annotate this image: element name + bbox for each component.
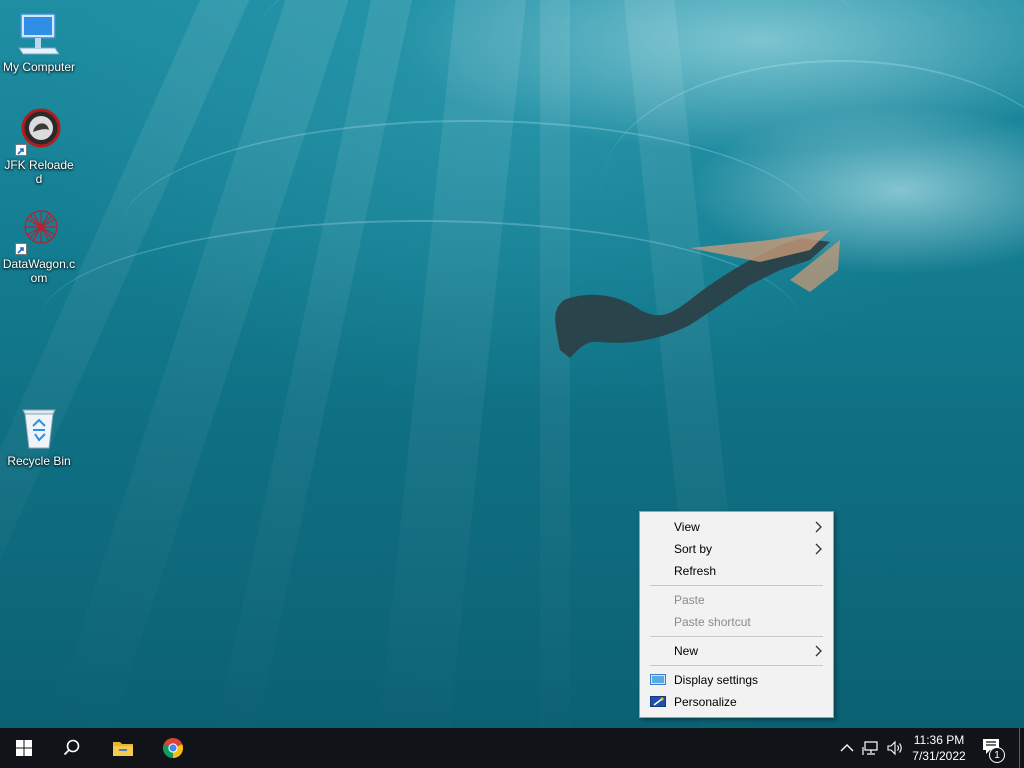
desktop-icon-label: Recycle Bin xyxy=(7,454,71,468)
menu-separator xyxy=(650,636,823,637)
chevron-right-icon xyxy=(815,645,822,657)
menu-item-label: New xyxy=(674,644,699,658)
menu-item-view[interactable]: View xyxy=(640,516,833,538)
clock-time: 11:36 PM xyxy=(913,733,965,747)
chrome-button[interactable] xyxy=(148,728,196,768)
search-button[interactable] xyxy=(48,728,96,768)
file-explorer-button[interactable] xyxy=(98,728,146,768)
menu-item-label: Display settings xyxy=(674,673,759,687)
display-settings-icon xyxy=(650,674,666,685)
search-icon xyxy=(63,739,80,756)
desktop-icon-jfk-reloaded[interactable]: JFK Reloaded xyxy=(0,108,78,186)
menu-item-display-settings[interactable]: Display settings xyxy=(640,669,833,691)
datawagon-icon xyxy=(15,207,63,255)
jfk-reloaded-icon xyxy=(15,108,63,156)
desktop-icon-label: JFK Reloaded xyxy=(4,158,74,186)
desktop-icon-label: My Computer xyxy=(2,60,76,74)
menu-item-label: Sort by xyxy=(674,542,713,556)
chrome-icon xyxy=(162,738,184,758)
chevron-right-icon xyxy=(815,521,822,533)
menu-separator xyxy=(650,665,823,666)
notification-count-badge: 1 xyxy=(989,747,1005,763)
file-explorer-icon xyxy=(113,742,133,756)
menu-item-paste-shortcut[interactable]: Paste shortcut xyxy=(640,611,833,633)
menu-item-sort-by[interactable]: Sort by xyxy=(640,538,833,560)
taskbar: 11:36 PM 7/31/2022 1 xyxy=(0,728,1024,768)
chevron-right-icon xyxy=(815,543,822,555)
recycle-bin-icon xyxy=(15,404,63,452)
menu-item-refresh[interactable]: Refresh xyxy=(640,560,833,582)
personalize-icon xyxy=(650,696,666,707)
network-icon[interactable] xyxy=(862,740,880,756)
taskbar-clock[interactable]: 11:36 PM 7/31/2022 xyxy=(904,732,974,764)
desktop-icon-datawagon[interactable]: DataWagon.com xyxy=(0,207,78,285)
volume-icon[interactable] xyxy=(886,740,904,756)
desktop-context-menu: View Sort by Refresh Paste Paste shortcu… xyxy=(639,511,834,718)
clock-date: 7/31/2022 xyxy=(912,749,966,763)
desktop-background[interactable]: My Computer JFK Reloaded DataWagon.com R… xyxy=(0,0,1024,728)
start-button[interactable] xyxy=(0,728,48,768)
menu-item-new[interactable]: New xyxy=(640,640,833,662)
action-center-button[interactable]: 1 xyxy=(982,738,1008,763)
menu-item-label: Refresh xyxy=(674,564,717,578)
show-desktop-button[interactable] xyxy=(1019,728,1020,768)
desktop-icon-label: DataWagon.com xyxy=(2,257,76,285)
desktop-icon-my-computer[interactable]: My Computer xyxy=(0,10,78,74)
menu-item-label: Paste xyxy=(674,593,705,607)
desktop-icon-recycle-bin[interactable]: Recycle Bin xyxy=(0,404,78,468)
menu-item-label: Paste shortcut xyxy=(674,615,751,629)
diver-silhouette xyxy=(555,230,840,358)
menu-separator xyxy=(650,585,823,586)
menu-item-label: Personalize xyxy=(674,695,737,709)
menu-item-paste[interactable]: Paste xyxy=(640,589,833,611)
shortcut-arrow-icon xyxy=(15,243,27,255)
menu-item-label: View xyxy=(674,520,700,534)
start-icon xyxy=(16,740,32,756)
computer-icon xyxy=(15,10,63,58)
shortcut-arrow-icon xyxy=(15,144,27,156)
chevron-up-icon[interactable] xyxy=(838,740,856,756)
menu-item-personalize[interactable]: Personalize xyxy=(640,691,833,713)
